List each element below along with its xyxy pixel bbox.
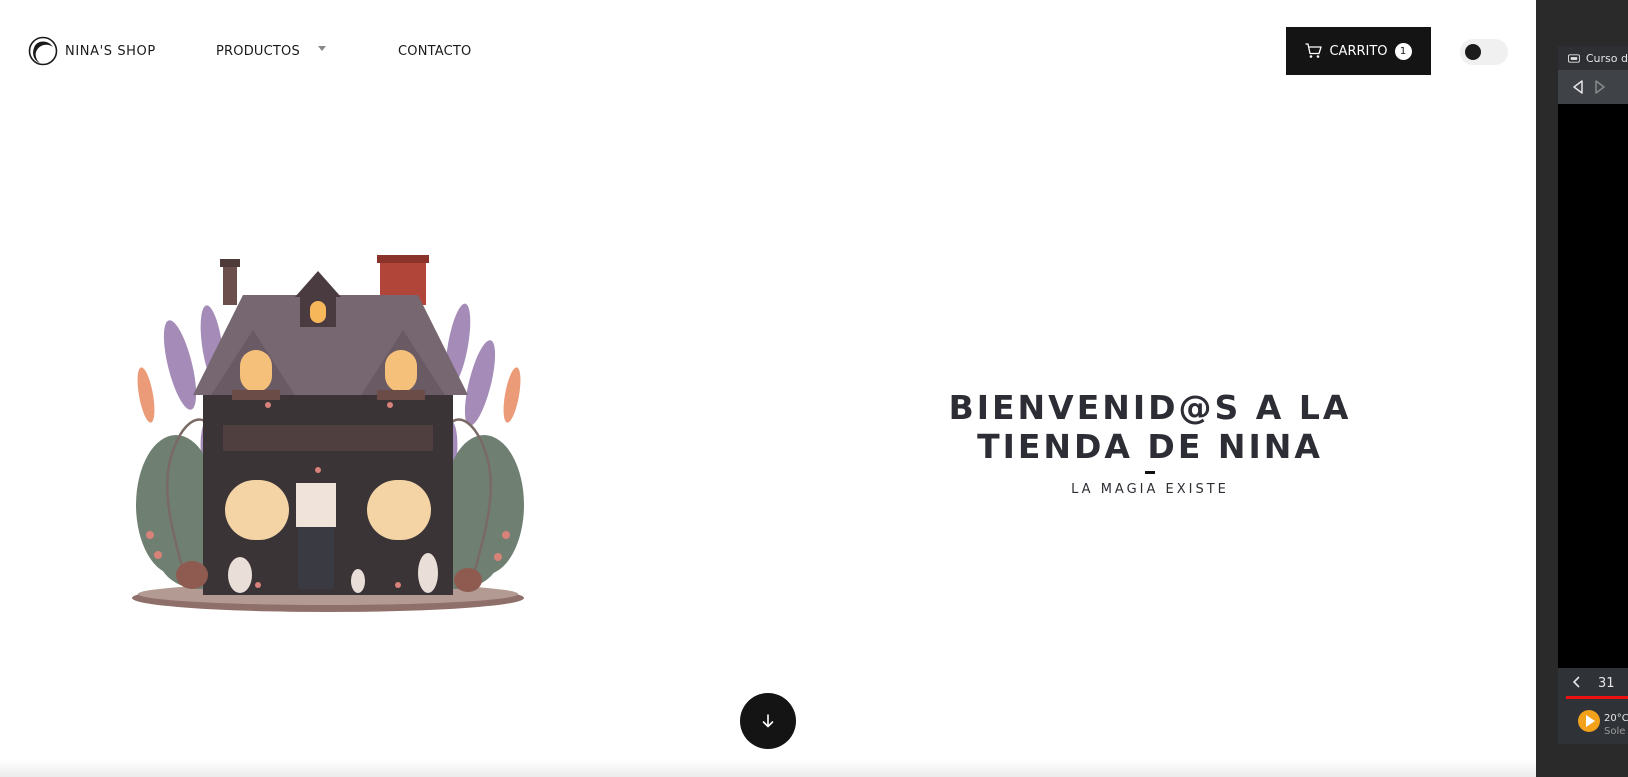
play-icon[interactable] bbox=[1578, 710, 1600, 732]
brand-logo-link[interactable]: NINA'S SHOP bbox=[28, 36, 156, 66]
shopping-cart-icon bbox=[1305, 43, 1323, 58]
nav-products[interactable]: PRODUCTOS bbox=[216, 44, 300, 59]
weather-widget: 20°C Sole bbox=[1604, 712, 1628, 738]
side-panel-header: Curso d bbox=[1558, 46, 1628, 70]
time-indicator bbox=[1566, 696, 1628, 699]
hero-text-block: BIENVENID@S A LA TIENDA DE NINA LA MAGIA… bbox=[930, 388, 1370, 497]
chevron-left-icon[interactable] bbox=[1572, 676, 1582, 688]
hero-title: BIENVENID@S A LA TIENDA DE NINA bbox=[930, 388, 1370, 466]
chevron-down-icon[interactable] bbox=[318, 46, 326, 51]
side-panel: Curso d 31 20°C Sole bbox=[1558, 46, 1628, 744]
side-panel-nav bbox=[1558, 70, 1628, 104]
theme-toggle[interactable] bbox=[1460, 39, 1508, 65]
witch-house-illustration bbox=[132, 255, 524, 612]
moon-logo-icon bbox=[28, 36, 58, 66]
weather-temp: 20°C bbox=[1604, 713, 1628, 724]
text-cursor bbox=[1145, 471, 1155, 474]
cart-button[interactable]: CARRITO 1 bbox=[1286, 27, 1431, 75]
hero-subtitle: LA MAGIA EXISTE bbox=[1071, 482, 1229, 497]
forward-icon[interactable] bbox=[1594, 80, 1606, 94]
arrow-down-icon bbox=[762, 714, 774, 728]
hero-title-line-2: TIENDA DE NINA bbox=[977, 427, 1323, 466]
hero-title-line-1: BIENVENID@S A LA bbox=[948, 388, 1352, 427]
calendar-day: 31 bbox=[1598, 676, 1615, 691]
weather-desc: Sole bbox=[1604, 726, 1626, 737]
brand-name: NINA'S SHOP bbox=[65, 43, 156, 59]
cart-count-badge: 1 bbox=[1394, 42, 1412, 60]
back-icon[interactable] bbox=[1572, 80, 1584, 94]
nav-contact[interactable]: CONTACTO bbox=[398, 44, 471, 59]
cart-label: CARRITO bbox=[1329, 43, 1388, 59]
side-panel-footer: 31 20°C Sole bbox=[1558, 668, 1628, 744]
page-bottom-fade bbox=[0, 759, 1536, 777]
theme-toggle-knob bbox=[1465, 44, 1481, 60]
scroll-down-button[interactable] bbox=[740, 693, 796, 749]
side-panel-title: Curso d bbox=[1585, 51, 1628, 65]
video-icon bbox=[1568, 53, 1580, 63]
shop-page: NINA'S SHOP PRODUCTOS CONTACTO CARRITO 1 bbox=[0, 0, 1536, 777]
